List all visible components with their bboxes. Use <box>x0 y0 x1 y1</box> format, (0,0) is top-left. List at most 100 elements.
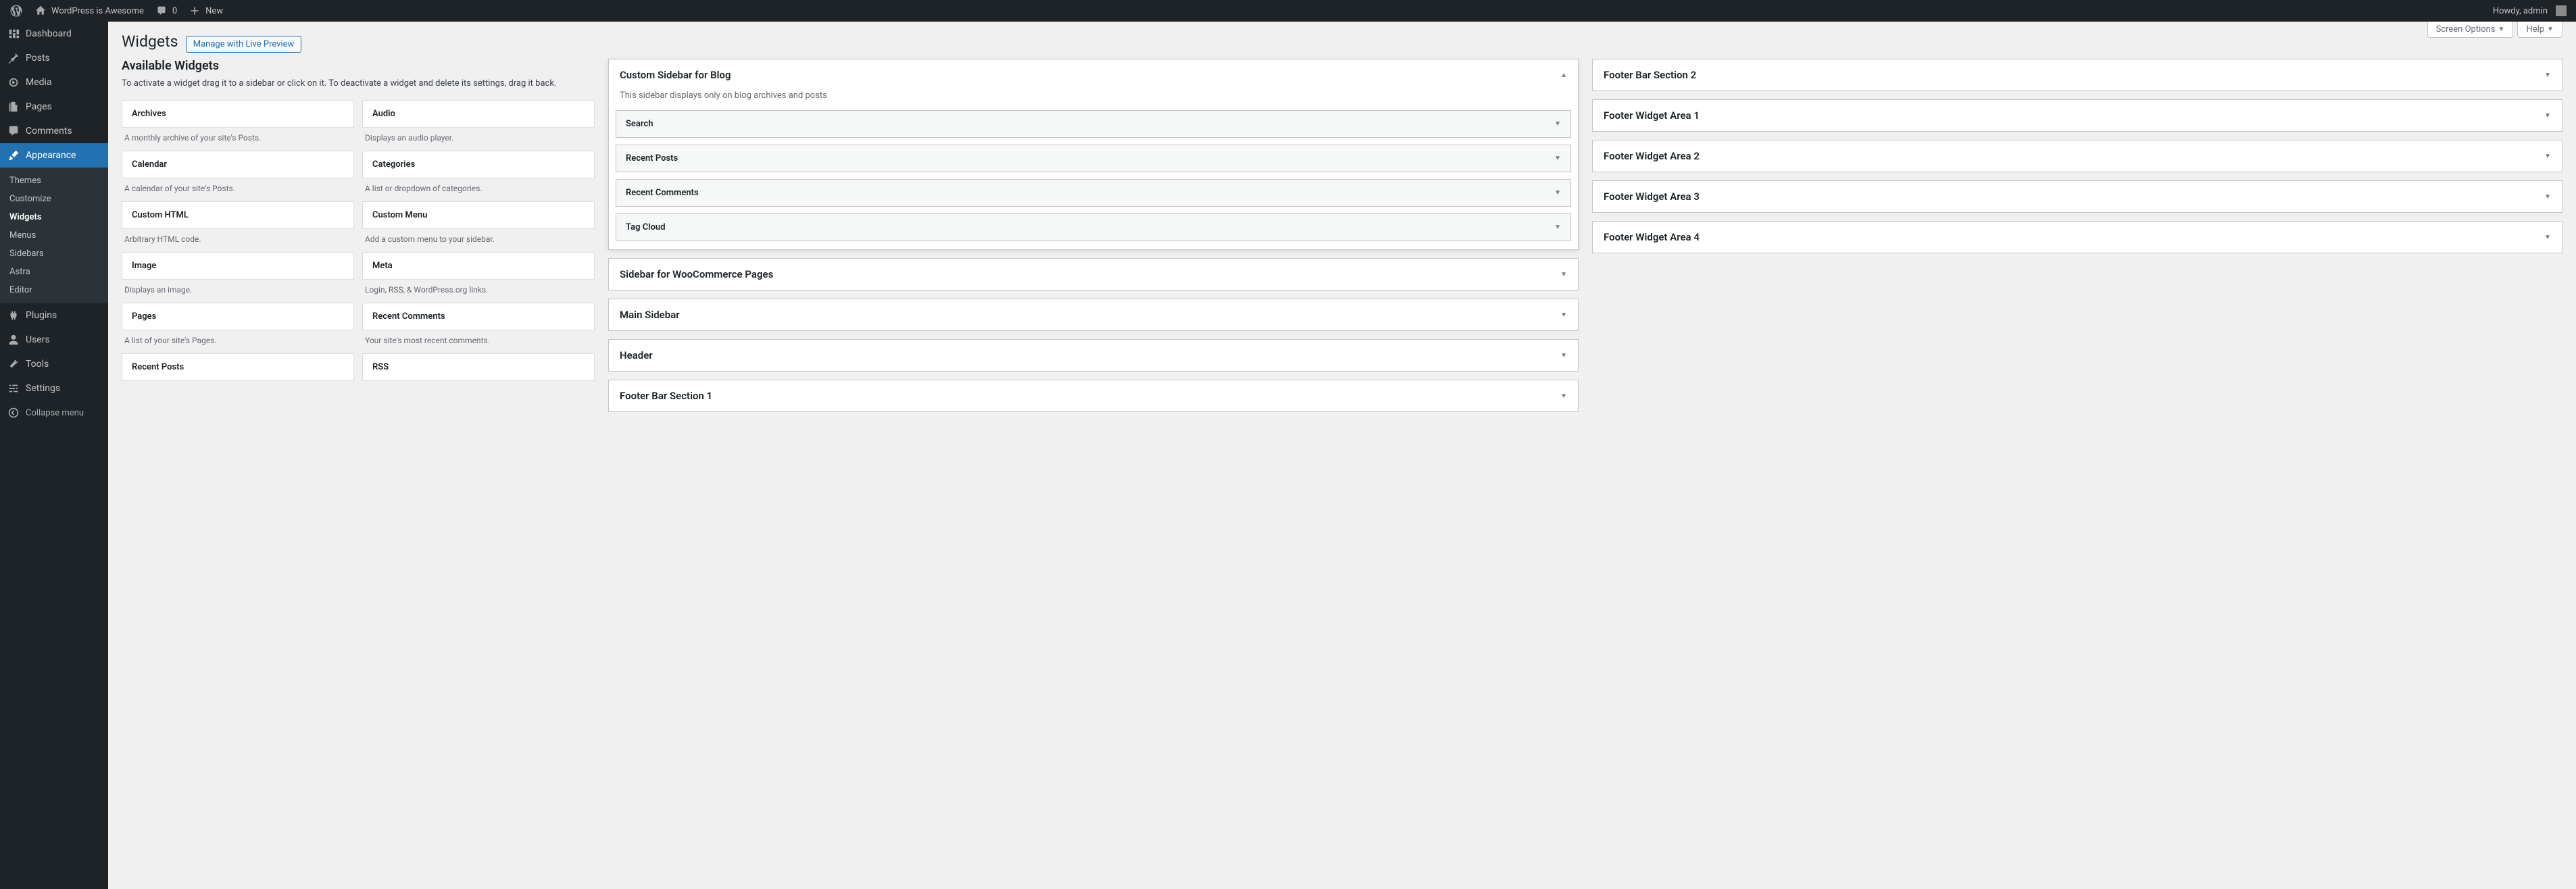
menu-label: Pages <box>26 101 52 112</box>
widget-area-header[interactable]: Footer Widget Area 2 ▼ <box>1593 141 2562 172</box>
available-widget[interactable]: Pages <box>122 303 354 330</box>
submenu-editor[interactable]: Editor <box>0 281 108 299</box>
widget-area-header[interactable]: Footer Widget Area 1 ▼ <box>1593 100 2562 131</box>
caret-down-icon: ▼ <box>1560 392 1567 400</box>
available-widget[interactable]: Recent Comments <box>362 303 595 330</box>
caret-down-icon: ▼ <box>2544 72 2551 79</box>
widget-area-header[interactable]: Header ▼ <box>609 340 1578 371</box>
collapse-label: Collapse menu <box>26 408 84 418</box>
available-widget[interactable]: Image <box>122 252 354 280</box>
submenu-customize[interactable]: Customize <box>0 190 108 208</box>
caret-down-icon: ▼ <box>1554 120 1561 128</box>
plug-icon <box>7 309 20 322</box>
placed-widget-title: Tag Cloud <box>626 222 666 232</box>
available-widget[interactable]: Calendar <box>122 151 354 178</box>
menu-pages[interactable]: Pages <box>0 95 108 119</box>
screen-options-label: Screen Options <box>2436 24 2496 34</box>
widget-area-footer-bar-1: Footer Bar Section 1 ▼ <box>608 380 1579 412</box>
menu-comments[interactable]: Comments <box>0 119 108 143</box>
widget-area-title: Footer Widget Area 2 <box>1604 150 1700 162</box>
site-name-label: WordPress is Awesome <box>51 6 144 16</box>
page-title: Widgets <box>122 22 178 55</box>
available-widget[interactable]: Custom Menu <box>362 201 595 229</box>
widget-area-header[interactable]: Footer Widget Area 4 ▼ <box>1593 222 2562 253</box>
available-widgets-desc: To activate a widget drag it to a sideba… <box>122 77 595 91</box>
widget-area-header[interactable]: Footer Bar Section 2 ▼ <box>1593 59 2562 91</box>
menu-media[interactable]: Media <box>0 70 108 95</box>
submenu-sidebars[interactable]: Sidebars <box>0 245 108 263</box>
widget-area-fwa4: Footer Widget Area 4 ▼ <box>1592 221 2562 253</box>
pin-icon <box>7 51 20 65</box>
widget-area-title: Footer Widget Area 3 <box>1604 190 1700 203</box>
menu-plugins[interactable]: Plugins <box>0 303 108 328</box>
wp-logo-menu[interactable] <box>4 0 28 22</box>
menu-posts[interactable]: Posts <box>0 46 108 70</box>
placed-widget[interactable]: Recent Comments ▼ <box>616 179 1571 207</box>
new-content-menu[interactable]: New <box>182 0 228 22</box>
widget-area-fwa1: Footer Widget Area 1 ▼ <box>1592 99 2562 132</box>
dashboard-icon <box>7 27 20 41</box>
menu-users[interactable]: Users <box>0 328 108 352</box>
available-widget[interactable]: Archives <box>122 100 354 128</box>
user-icon <box>7 333 20 347</box>
widget-area-header[interactable]: Custom Sidebar for Blog ▲ <box>609 59 1578 91</box>
menu-label: Appearance <box>26 150 76 161</box>
widget-area-header[interactable]: Main Sidebar ▼ <box>609 299 1578 330</box>
plus-icon <box>188 4 201 18</box>
my-account-menu[interactable]: Howdy, admin <box>2487 0 2572 22</box>
menu-settings[interactable]: Settings <box>0 376 108 401</box>
available-widget-desc: Arbitrary HTML code. <box>122 229 354 245</box>
available-widget-desc: Your site's most recent comments. <box>362 330 595 347</box>
wrench-icon <box>7 357 20 371</box>
menu-dashboard[interactable]: Dashboard <box>0 22 108 46</box>
menu-tools[interactable]: Tools <box>0 352 108 376</box>
available-widget[interactable]: Audio <box>362 100 595 128</box>
available-widget[interactable]: RSS <box>362 353 595 381</box>
widget-area-header[interactable]: Sidebar for WooCommerce Pages ▼ <box>609 259 1578 290</box>
placed-widget[interactable]: Recent Posts▼ <box>616 145 1571 172</box>
widget-area-title: Custom Sidebar for Blog <box>620 69 731 81</box>
submenu-widgets[interactable]: Widgets <box>0 208 108 226</box>
available-widget[interactable]: Custom HTML <box>122 201 354 229</box>
menu-appearance[interactable]: Appearance <box>0 143 108 168</box>
placed-widget[interactable]: Search▼ <box>616 110 1571 138</box>
caret-down-icon: ▼ <box>1560 352 1567 359</box>
widget-area-header[interactable]: Footer Widget Area 3 ▼ <box>1593 181 2562 212</box>
available-widget[interactable]: Meta <box>362 252 595 280</box>
widget-area-desc: This sidebar displays only on blog archi… <box>609 91 1578 107</box>
widget-area-main: Main Sidebar ▼ <box>608 299 1579 331</box>
site-name-menu[interactable]: WordPress is Awesome <box>28 0 149 22</box>
available-widget[interactable]: Recent Posts <box>122 353 354 381</box>
submenu-themes[interactable]: Themes <box>0 172 108 190</box>
caret-down-icon: ▼ <box>2544 234 2551 241</box>
screen-options-button[interactable]: Screen Options ▼ <box>2427 22 2514 38</box>
caret-down-icon: ▼ <box>2544 193 2551 201</box>
caret-down-icon: ▼ <box>1554 189 1561 197</box>
new-label: New <box>205 6 223 16</box>
caret-down-icon: ▼ <box>1554 224 1561 231</box>
available-widget-desc: A list of your site's Pages. <box>122 330 354 347</box>
widget-area-title: Footer Bar Section 2 <box>1604 69 1696 81</box>
howdy-label: Howdy, admin <box>2493 6 2548 16</box>
help-button[interactable]: Help ▼ <box>2517 22 2562 38</box>
available-widget-desc: Add a custom menu to your sidebar. <box>362 229 595 245</box>
placed-widget[interactable]: Tag Cloud ▼ <box>616 213 1571 241</box>
comments-menu[interactable]: 0 <box>149 0 182 22</box>
placed-widget-title: Recent Comments <box>626 188 699 198</box>
available-widget-desc: A calendar of your site's Posts. <box>122 178 354 195</box>
collapse-menu[interactable]: Collapse menu <box>0 401 108 425</box>
live-preview-button[interactable]: Manage with Live Preview <box>186 36 302 53</box>
submenu-menus[interactable]: Menus <box>0 226 108 245</box>
caret-down-icon: ▼ <box>2544 153 2551 160</box>
menu-label: Plugins <box>26 310 57 321</box>
widget-area-header[interactable]: Footer Bar Section 1 ▼ <box>609 380 1578 411</box>
collapse-icon <box>7 406 20 420</box>
avatar <box>2556 5 2567 16</box>
submenu-astra[interactable]: Astra <box>0 263 108 281</box>
brush-icon <box>7 149 20 162</box>
submenu-appearance: Themes Customize Widgets Menus Sidebars … <box>0 168 108 303</box>
available-widget[interactable]: Categories <box>362 151 595 178</box>
comment-icon <box>155 4 168 18</box>
widget-area-fwa3: Footer Widget Area 3 ▼ <box>1592 180 2562 213</box>
widget-area-title: Footer Widget Area 4 <box>1604 231 1700 243</box>
